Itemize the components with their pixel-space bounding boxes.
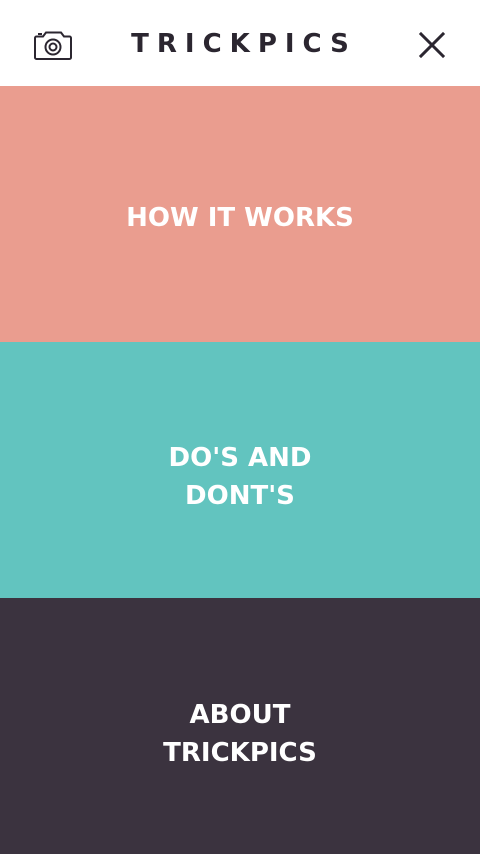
menu-item-about-trickpics[interactable]: ABOUT TRICKPICS [0, 598, 480, 854]
camera-icon [34, 31, 72, 60]
app-title: TRICKPICS [131, 29, 357, 59]
menu-item-label: DO'S AND DONT'S [168, 443, 312, 511]
menu-item-dos-and-donts[interactable]: DO'S AND DONT'S [0, 342, 480, 598]
menu-item-how-it-works[interactable]: HOW IT WORKS [0, 86, 480, 342]
menu-item-label: ABOUT TRICKPICS [163, 700, 317, 768]
close-icon [418, 31, 446, 59]
top-bar: TRICKPICS [0, 0, 480, 86]
close-menu-button[interactable] [418, 31, 446, 59]
menu-item-label: HOW IT WORKS [126, 203, 354, 233]
trickpics-menu-screen: TRICKPICS HOW IT WORKS DO'S AND DONT'S A… [0, 0, 480, 854]
camera-button[interactable] [34, 29, 72, 61]
